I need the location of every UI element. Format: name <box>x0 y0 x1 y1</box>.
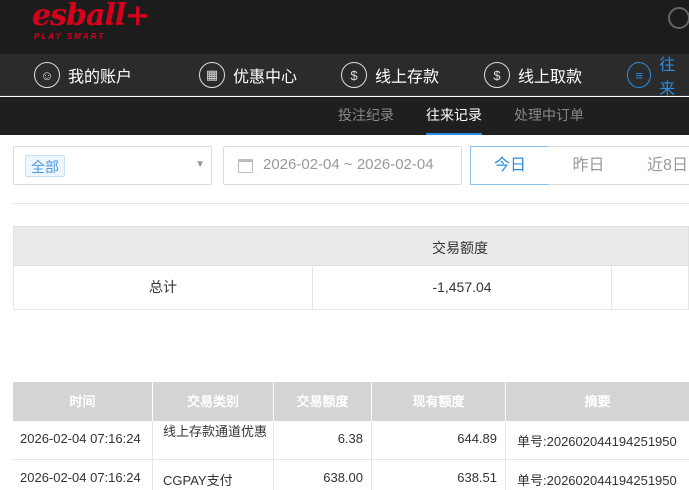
column-header-amount: 交易额度 <box>274 382 372 421</box>
nav-item-label: 往来 <box>659 57 676 98</box>
cell-time: 2026-02-04 07:16:24 <box>13 460 153 490</box>
yesterday-button[interactable]: 昨日 <box>549 146 629 185</box>
logo-tagline: PLAY SMART <box>34 32 106 41</box>
last-8-days-button[interactable]: 近8日 <box>628 146 689 185</box>
top-bar: esball+ PLAY SMART <box>0 0 689 54</box>
cell-type: CGPAY支付 <box>153 460 274 490</box>
column-header-time: 时间 <box>13 382 153 421</box>
cell-balance: 644.89 <box>372 421 506 459</box>
cell-memo: 单号:202602044194251950 <box>517 434 677 449</box>
cell-time: 2026-02-04 07:16:24 <box>13 421 153 459</box>
column-header-memo: 摘要 <box>584 394 611 409</box>
cell-type: 线上存款通道优惠 <box>153 421 274 459</box>
deposit-icon: $ <box>341 62 367 88</box>
calendar-icon <box>238 159 253 173</box>
cell-memo: 单号:202602044194251950 <box>517 473 677 488</box>
nav-item-label: 优惠中心 <box>233 69 298 86</box>
user-icon: ☺ <box>34 62 60 88</box>
records-icon: ≡ <box>627 62 652 88</box>
nav-item-records[interactable]: ≡ 往来 <box>627 54 689 98</box>
withdraw-icon: $ <box>484 62 510 88</box>
table-header-row: 时间 交易类别 交易额度 现有额度 摘要 <box>13 382 689 421</box>
tab-pending-orders[interactable]: 处理中订单 <box>514 97 584 135</box>
summary-header: 交易额度 <box>13 226 689 266</box>
summary-total-label: 总计 <box>149 279 177 295</box>
summary-row: 总计 -1,457.04 <box>13 266 689 310</box>
summary-separator <box>611 266 612 309</box>
logo-wordmark: esball+ <box>32 0 150 33</box>
cell-amount: 6.38 <box>274 421 372 459</box>
date-range-value: 2026-02-04 ~ 2026-02-04 <box>263 156 434 173</box>
today-button[interactable]: 今日 <box>470 146 550 185</box>
nav-item-deposit[interactable]: $ 线上存款 <box>341 54 439 96</box>
table-row: 2026-02-04 07:16:24 线上存款通道优惠 6.38 644.89… <box>13 421 689 460</box>
main-nav: ☺ 我的账户 ▦ 优惠中心 $ 线上存款 $ 线上取款 ≡ 往来 <box>0 54 689 98</box>
column-header-type: 交易类别 <box>153 382 274 421</box>
nav-item-my-account[interactable]: ☺ 我的账户 <box>34 54 132 96</box>
divider <box>13 203 689 204</box>
summary-total-value: -1,457.04 <box>432 279 492 295</box>
date-range-picker[interactable]: 2026-02-04 ~ 2026-02-04 <box>223 146 462 185</box>
nav-item-promotions[interactable]: ▦ 优惠中心 <box>199 54 297 96</box>
nav-item-label: 线上存款 <box>375 69 440 86</box>
chevron-down-icon: ▼ <box>195 159 205 170</box>
cell-balance: 638.51 <box>372 460 506 490</box>
category-select[interactable]: 全部 ▼ <box>13 146 212 185</box>
nav-item-label: 我的账户 <box>68 69 133 86</box>
sub-nav: 投注纪录 往来记录 处理中订单 <box>0 97 689 135</box>
column-header-balance: 现有额度 <box>372 382 506 421</box>
nav-item-withdraw[interactable]: $ 线上取款 <box>484 54 582 96</box>
tab-bet-records[interactable]: 投注纪录 <box>338 97 394 135</box>
tab-transaction-records[interactable]: 往来记录 <box>426 97 482 135</box>
summary-header-label: 交易额度 <box>432 240 488 256</box>
gift-icon: ▦ <box>199 62 225 88</box>
esball-logo[interactable]: esball+ PLAY SMART <box>32 0 150 42</box>
table-row: 2026-02-04 07:16:24 CGPAY支付 638.00 638.5… <box>13 460 689 490</box>
nav-item-label: 线上取款 <box>518 69 583 86</box>
cell-amount: 638.00 <box>274 460 372 490</box>
account-avatar-icon[interactable] <box>668 7 689 29</box>
selected-category-tag: 全部 <box>25 155 65 177</box>
